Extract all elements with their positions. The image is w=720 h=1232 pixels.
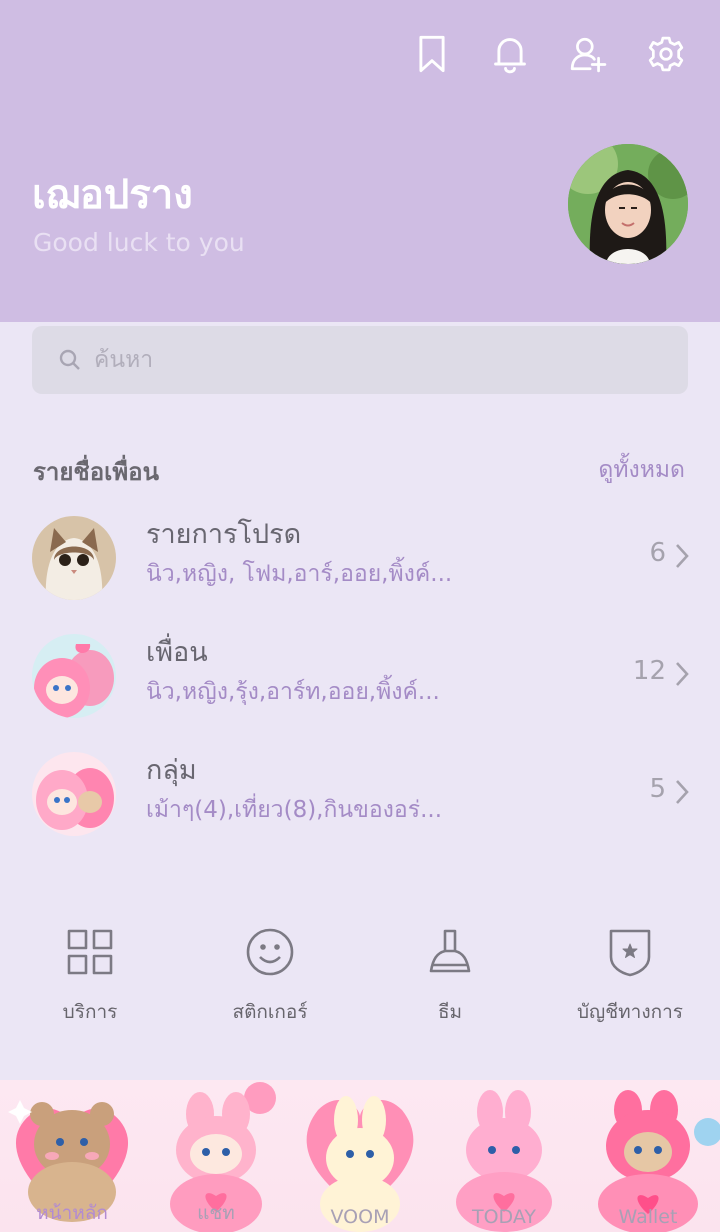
nav-wallet-label: Wallet	[618, 1206, 678, 1228]
bottom-nav: หน้าหลัก แชท VOOM TODAY Wallet	[0, 1080, 720, 1232]
list-item-title: เพื่อน	[146, 637, 208, 668]
services-bar: บริการ สติกเกอร์ ธีม บัญชีทางการ	[0, 925, 720, 1035]
grid-icon	[67, 929, 113, 975]
list-item-favorites[interactable]: รายการโปรด นิว,หญิง, โฟม,อาร์,ออย,พิ้งค์…	[0, 508, 720, 612]
list-item-title: รายการโปรด	[146, 519, 302, 550]
see-all-link[interactable]: ดูทั้งหมด	[598, 452, 685, 488]
friends-thumbnail	[32, 634, 116, 718]
stickers-label: สติกเกอร์	[232, 1001, 308, 1023]
search-bar[interactable]	[32, 326, 688, 394]
services-label: บริการ	[62, 1001, 118, 1023]
search-icon	[59, 349, 80, 370]
nav-voom-label: VOOM	[330, 1206, 390, 1228]
nav-home[interactable]: หน้าหลัก	[0, 1080, 144, 1232]
friends-section-title: รายชื่อเพื่อน	[33, 458, 159, 486]
bell-icon[interactable]	[490, 32, 530, 76]
shield-star-icon	[609, 929, 651, 977]
list-item-friends[interactable]: เพื่อน นิว,หญิง,รุ้ง,อาร์ท,ออย,พิ้งค์...…	[0, 626, 720, 730]
stickers-button[interactable]: สติกเกอร์	[180, 925, 360, 1027]
list-item-subtitle: เม้าๆ(4),เที่ยว(8),กินของอร่...	[146, 797, 443, 823]
list-item-groups[interactable]: กลุ่ม เม้าๆ(4),เที่ยว(8),กินของอร่... 5	[0, 744, 720, 848]
cat-thumbnail	[32, 516, 116, 600]
profile-header: เฌอปราง Good luck to you	[0, 0, 720, 322]
nav-wallet[interactable]: Wallet	[576, 1080, 720, 1232]
themes-button[interactable]: ธีม	[360, 925, 540, 1027]
official-accounts-button[interactable]: บัญชีทางการ	[540, 925, 720, 1027]
list-item-title: กลุ่ม	[146, 755, 197, 786]
list-item-count: 12	[632, 656, 666, 686]
smiley-icon	[246, 928, 294, 976]
chevron-right-icon	[674, 778, 690, 806]
nav-chat-label: แชท	[197, 1202, 235, 1224]
nav-chat[interactable]: แชท	[144, 1080, 288, 1232]
services-button[interactable]: บริการ	[0, 925, 180, 1027]
header-toolbar	[412, 32, 686, 76]
official-accounts-label: บัญชีทางการ	[577, 1001, 683, 1023]
list-item-subtitle: นิว,หญิง, โฟม,อาร์,ออย,พิ้งค์...	[146, 561, 453, 587]
nav-today[interactable]: TODAY	[432, 1080, 576, 1232]
avatar[interactable]	[568, 144, 688, 264]
add-friend-icon[interactable]	[568, 32, 608, 76]
chevron-right-icon	[674, 660, 690, 688]
groups-thumbnail	[32, 752, 116, 836]
settings-icon[interactable]	[646, 32, 686, 76]
list-item-count: 5	[649, 774, 666, 804]
list-item-count: 6	[649, 538, 666, 568]
bookmark-icon[interactable]	[412, 32, 452, 76]
status-message[interactable]: Good luck to you	[33, 228, 245, 257]
brush-icon	[429, 929, 471, 973]
nav-today-label: TODAY	[472, 1206, 536, 1228]
nav-voom[interactable]: VOOM	[288, 1080, 432, 1232]
profile-name[interactable]: เฌอปราง	[32, 162, 193, 226]
search-input[interactable]	[94, 347, 654, 373]
nav-home-label: หน้าหลัก	[36, 1202, 108, 1224]
themes-label: ธีม	[437, 1001, 463, 1023]
chevron-right-icon	[674, 542, 690, 570]
list-item-subtitle: นิว,หญิง,รุ้ง,อาร์ท,ออย,พิ้งค์...	[146, 679, 440, 705]
